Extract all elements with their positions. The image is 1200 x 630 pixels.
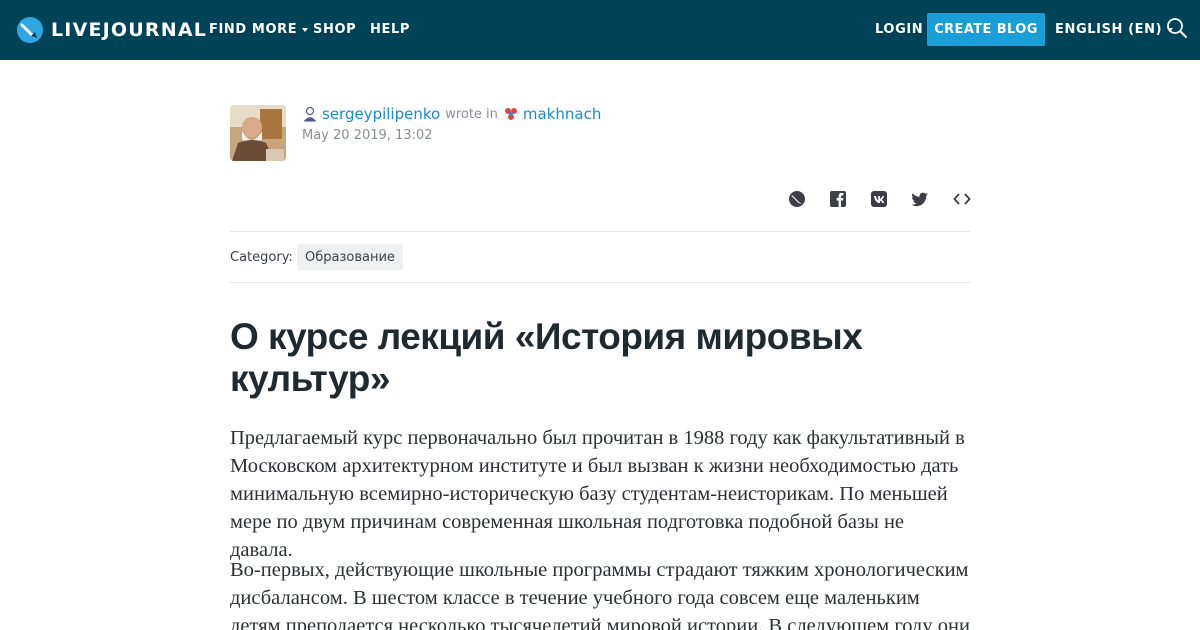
- post-paragraph-2: Во-первых, действующие школьные программ…: [230, 559, 970, 630]
- login-link[interactable]: LOGIN: [875, 22, 923, 37]
- community-link[interactable]: makhnach: [523, 105, 601, 123]
- divider-top: [230, 231, 970, 232]
- chevron-down-icon: [302, 28, 309, 32]
- facebook-icon[interactable]: [829, 190, 847, 208]
- nav-find-more-label: FIND MORE: [209, 22, 298, 37]
- login-label: LOGIN: [875, 22, 924, 37]
- category-tag[interactable]: Образование: [297, 244, 403, 270]
- language-selector[interactable]: ENGLISH (EN): [1055, 22, 1174, 37]
- embed-code-icon[interactable]: [953, 190, 971, 208]
- wrote-in-text: wrote in: [445, 106, 498, 122]
- nav-shop[interactable]: SHOP: [313, 22, 356, 37]
- community-icon: [504, 108, 517, 120]
- logo-text: LIVEJOURNAL: [51, 19, 208, 41]
- category-label: Category:: [230, 250, 293, 265]
- livejournal-logo-icon: [17, 17, 43, 43]
- divider-bottom: [230, 282, 970, 283]
- post-title: О курсе лекций «История мировых культур»: [230, 316, 863, 399]
- author-link[interactable]: sergeypilipenko: [322, 105, 440, 123]
- search-icon[interactable]: [1166, 17, 1188, 39]
- avatar-image: [230, 105, 286, 161]
- vk-icon[interactable]: [870, 190, 888, 208]
- livejournal-logo[interactable]: LIVEJOURNAL: [16, 14, 207, 46]
- nav-shop-label: SHOP: [313, 22, 357, 37]
- post-meta: sergeypilipenko wrote in makhnach: [302, 104, 601, 124]
- nav-find-more[interactable]: FIND MORE: [209, 22, 309, 37]
- nav-help[interactable]: HELP: [370, 22, 410, 37]
- user-icon: [303, 106, 317, 122]
- author-avatar[interactable]: [230, 105, 286, 161]
- top-navigation-bar: LIVEJOURNAL FIND MORE SHOP HELP LOGIN CR…: [0, 0, 1200, 60]
- post-date: May 20 2019, 13:02: [302, 128, 433, 143]
- nav-help-label: HELP: [370, 22, 410, 37]
- create-blog-button[interactable]: CREATE BLOG: [927, 13, 1045, 46]
- share-toolbar: [0, 190, 1200, 210]
- twitter-icon[interactable]: [911, 190, 929, 208]
- post-paragraph-1: Предлагаемый курс первоначально был проч…: [230, 427, 965, 561]
- language-label: ENGLISH (EN): [1055, 22, 1163, 37]
- livejournal-share-icon[interactable]: [788, 190, 806, 208]
